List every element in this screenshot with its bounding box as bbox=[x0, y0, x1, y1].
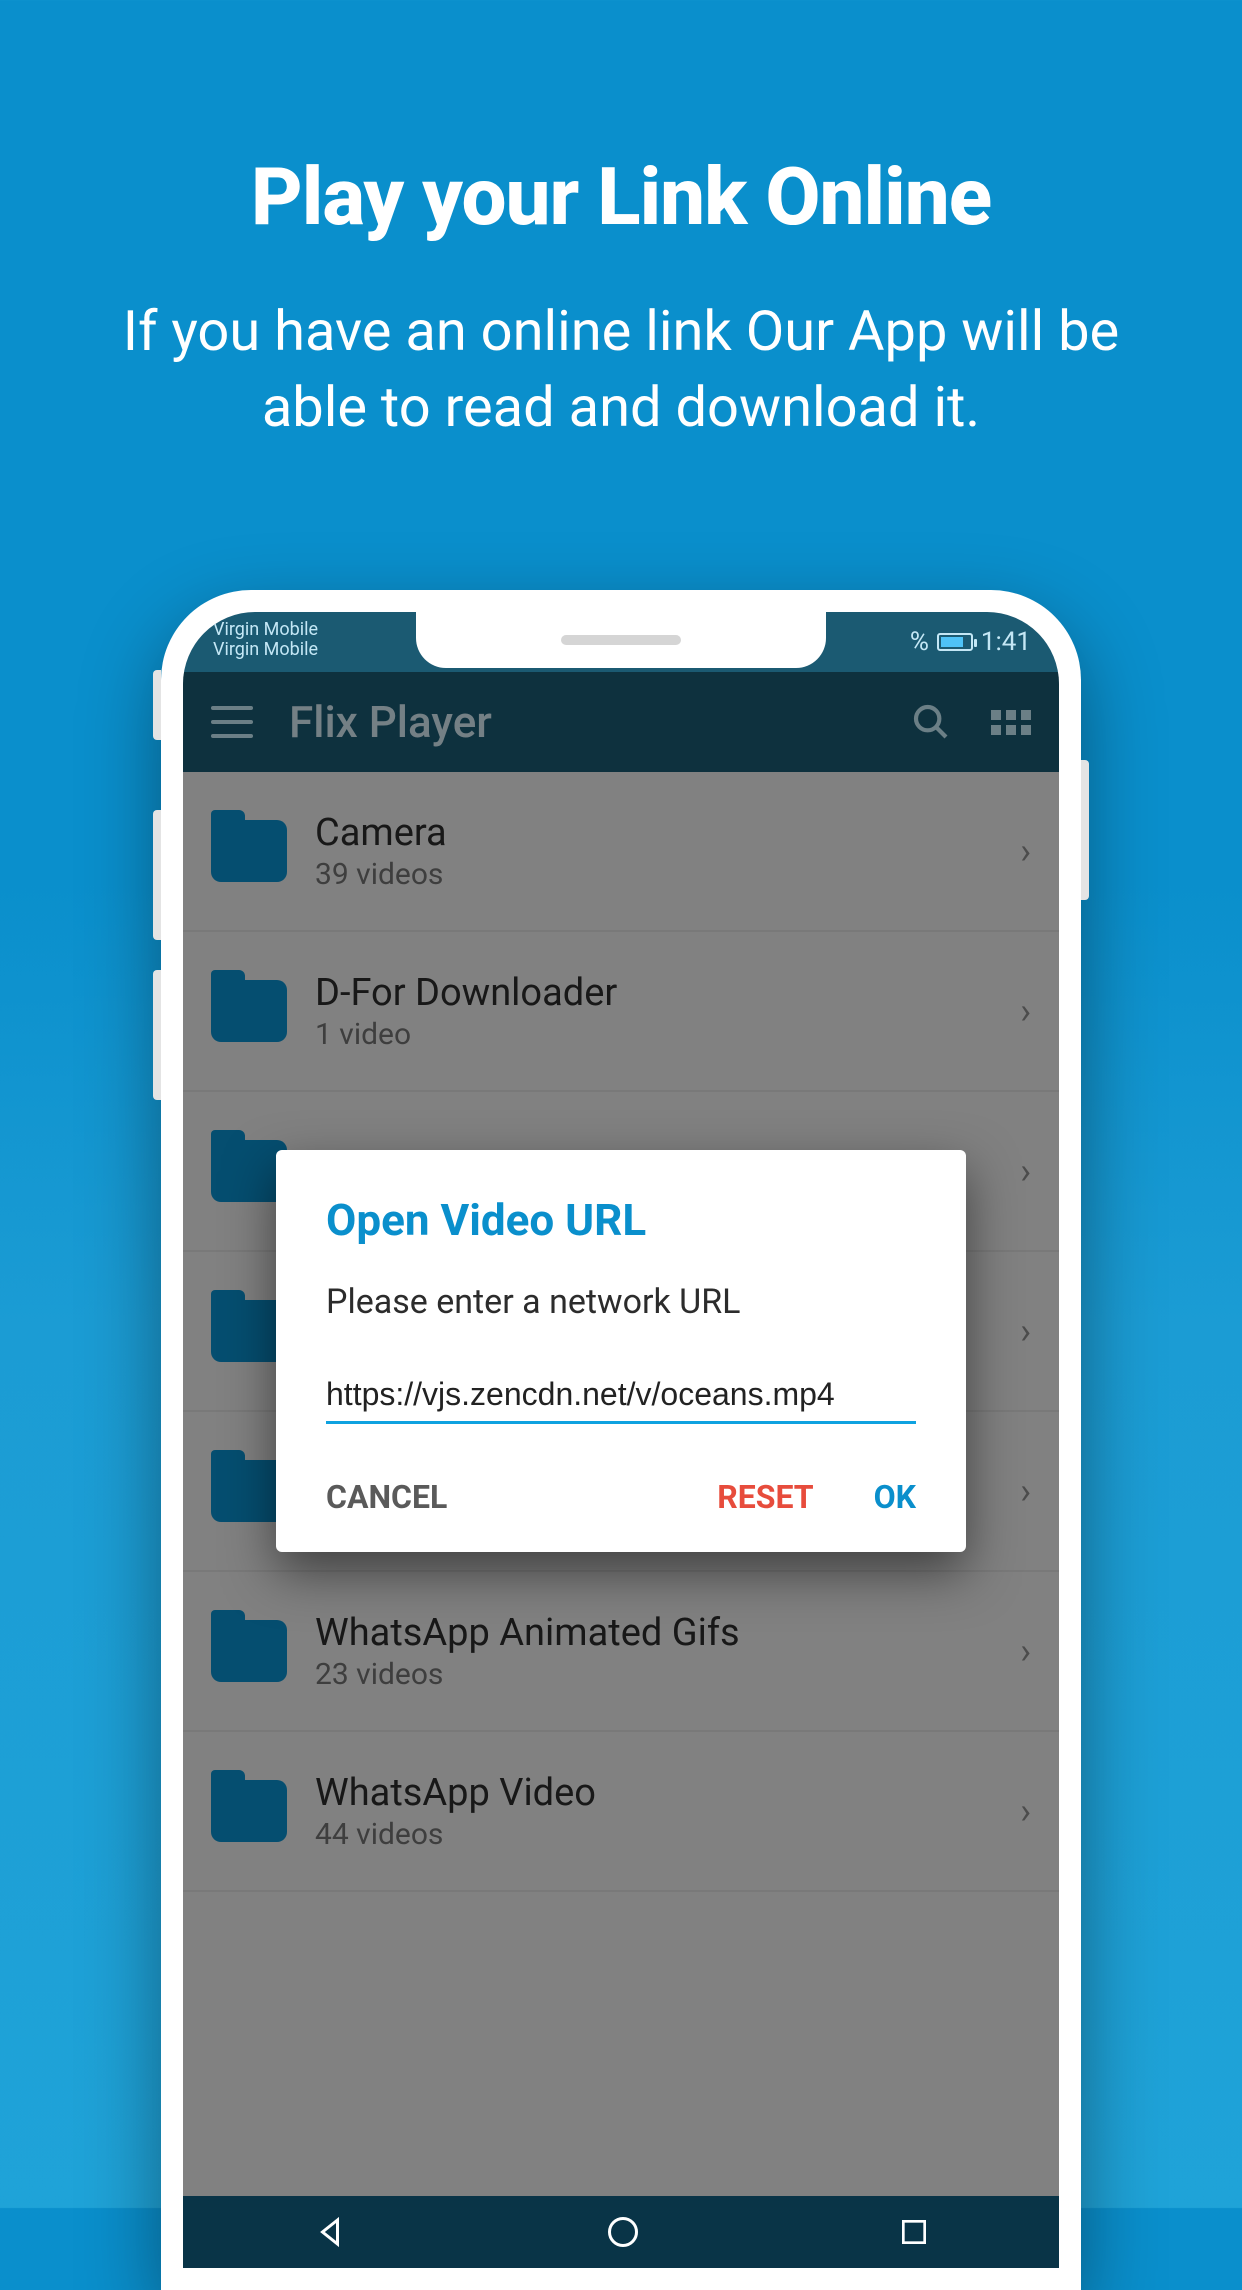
recents-icon[interactable] bbox=[898, 2216, 930, 2248]
dialog-title: Open Video URL bbox=[326, 1194, 916, 1246]
percent-icon: % bbox=[910, 627, 929, 657]
cancel-button[interactable]: CANCEL bbox=[326, 1478, 447, 1516]
promo-subtitle: If you have an online link Our App will … bbox=[0, 294, 1242, 445]
status-right: % 1:41 bbox=[910, 627, 1031, 657]
ok-button[interactable]: OK bbox=[874, 1478, 916, 1516]
notch bbox=[416, 612, 826, 668]
url-input[interactable] bbox=[326, 1370, 916, 1424]
android-nav-bar bbox=[183, 2196, 1059, 2268]
open-url-dialog: Open Video URL Please enter a network UR… bbox=[276, 1150, 966, 1552]
status-time: 1:41 bbox=[981, 627, 1031, 657]
status-carrier: Virgin Mobile Virgin Mobile bbox=[213, 620, 318, 660]
dialog-subtitle: Please enter a network URL bbox=[326, 1282, 916, 1322]
battery-icon bbox=[937, 633, 973, 651]
back-icon[interactable] bbox=[312, 2214, 348, 2250]
phone-frame: Virgin Mobile Virgin Mobile % 1:41 Flix … bbox=[161, 590, 1081, 2290]
home-icon[interactable] bbox=[605, 2214, 641, 2250]
promo-title: Play your Link Online bbox=[0, 0, 1242, 244]
reset-button[interactable]: RESET bbox=[717, 1478, 813, 1516]
phone-screen: Virgin Mobile Virgin Mobile % 1:41 Flix … bbox=[183, 612, 1059, 2268]
